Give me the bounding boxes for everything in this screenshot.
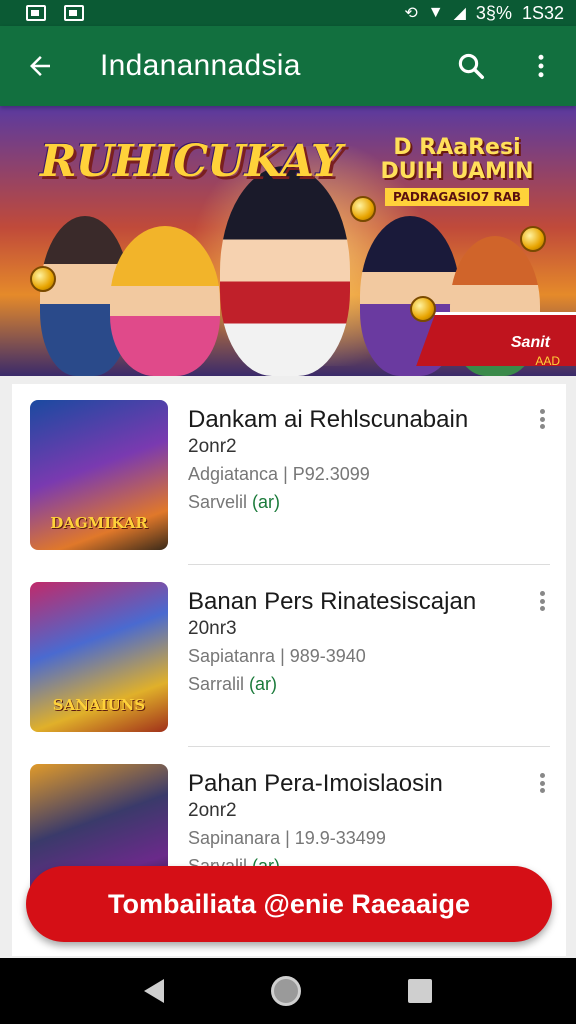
more-vert-icon — [538, 54, 544, 78]
coin-icon — [520, 226, 546, 252]
item-year: 2onr2 — [188, 436, 237, 457]
dot — [539, 416, 545, 422]
divider — [188, 746, 550, 747]
item-title: Dankam ai Rehlscunabain — [188, 406, 469, 433]
dot — [539, 598, 545, 604]
nav-home-icon[interactable] — [270, 976, 301, 1006]
nav-back-icon[interactable] — [143, 979, 164, 1003]
banner-character — [110, 226, 220, 376]
app-bar: Indanannadsia — [0, 26, 576, 106]
item-year: 20nr3 — [188, 618, 237, 639]
dot — [539, 591, 545, 596]
list-item[interactable]: SANAIUNS Banan Pers Rinatesiscajan 20nr3… — [12, 566, 566, 748]
item-year: 2onr2 — [188, 800, 237, 821]
back-button[interactable] — [0, 26, 80, 106]
dot — [539, 780, 545, 786]
item-meta: Adgiatanca | P92.3099 — [188, 464, 370, 484]
more-vert-icon[interactable] — [532, 770, 552, 796]
item-meta: Sapinanara | 19.9-33499 — [188, 828, 386, 848]
signal-icon: ◢ — [453, 5, 466, 22]
divider — [188, 564, 550, 565]
gallery-icon — [26, 5, 46, 21]
dot — [539, 606, 545, 611]
sync-icon: ⟲ — [404, 5, 418, 22]
more-vert-icon[interactable] — [532, 588, 552, 614]
status-left — [26, 5, 84, 21]
dot — [539, 788, 545, 793]
status-prefix: Sarralil — [188, 674, 245, 694]
banner-mark: AAD — [535, 354, 560, 368]
system-nav-bar — [0, 958, 576, 1024]
search-button[interactable] — [436, 26, 506, 106]
more-vert-icon[interactable] — [532, 406, 552, 432]
dot — [539, 424, 545, 429]
arrow-left-icon — [30, 56, 50, 76]
thumbnail-caption: SANAIUNS — [52, 696, 146, 714]
promo-line-2: DUIH UAMIN — [380, 159, 534, 184]
status-prefix: Sarvelil — [188, 492, 248, 512]
thumbnail-caption: DAGMIKAR — [50, 514, 148, 532]
search-icon — [458, 53, 484, 79]
game-thumbnail: SANAIUNS — [30, 582, 168, 732]
item-title: Banan Pers Rinatesiscajan — [188, 588, 477, 615]
page-title: Indanannadsia — [100, 49, 301, 82]
status-tag: (ar) — [249, 674, 278, 694]
item-meta: Sapiatanra | 989-3940 — [188, 646, 366, 666]
status-tag: (ar) — [252, 492, 281, 512]
dot — [539, 409, 545, 414]
cta-button[interactable]: Tombailiata @enie Raeaaige — [26, 866, 552, 942]
dot — [539, 773, 545, 778]
item-status: Sarralil (ar) — [188, 674, 277, 695]
banner-promo: D RAaResi DUIH UAMIN PADRAGASIO7 RAB — [372, 136, 542, 206]
promo-sub: PADRAGASIO7 RAB — [384, 188, 530, 206]
battery-text: 3§% — [475, 2, 512, 23]
promo-line-1: D RAaResi — [393, 135, 521, 160]
featured-banner[interactable]: RUHICUKAY D RAaResi DUIH UAMIN PADRAGASI… — [0, 106, 576, 376]
ribbon-text: Sanit — [510, 334, 550, 351]
item-title: Pahan Pera-Imoislaosin — [188, 770, 443, 797]
nav-recent-icon[interactable] — [408, 979, 433, 1003]
wifi-icon: ▼ — [427, 4, 444, 21]
image-icon — [64, 5, 84, 21]
status-bar: ⟲ ▼ ◢ 3§% 1S32 — [0, 0, 576, 26]
clock: 1S32 — [521, 2, 564, 23]
more-options-button[interactable] — [506, 26, 576, 106]
game-thumbnail: DAGMIKAR — [30, 400, 168, 550]
list-item[interactable]: DAGMIKAR Dankam ai Rehlscunabain 2onr2 A… — [12, 384, 566, 566]
coin-icon — [30, 266, 56, 292]
banner-title: RUHICUKAY — [40, 136, 342, 187]
status-right: ⟲ ▼ ◢ 3§% 1S32 — [404, 3, 564, 24]
item-status: Sarvelil (ar) — [188, 492, 280, 513]
coin-icon — [410, 296, 436, 322]
